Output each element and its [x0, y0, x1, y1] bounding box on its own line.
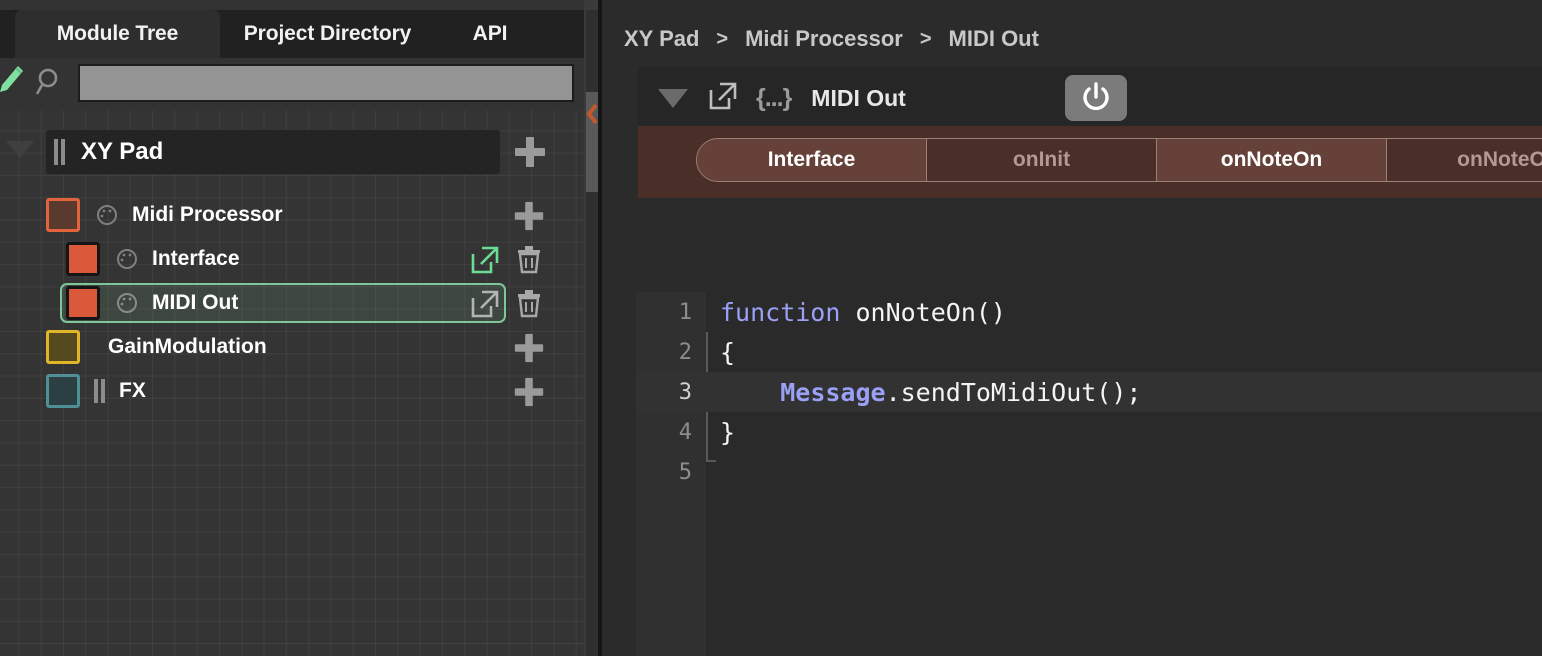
search-icon[interactable]	[34, 66, 66, 98]
tab-module-tree[interactable]: Module Tree	[15, 10, 220, 58]
tree-row-label: GainModulation	[108, 335, 267, 358]
delete-button-interface[interactable]	[514, 243, 544, 280]
breadcrumb: XY Pad > Midi Processor > MIDI Out	[624, 22, 1039, 56]
script-tabbar: Interface onInit onNoteOn onNoteO	[638, 126, 1542, 198]
tab-onnoteon[interactable]: onNoteOn	[1157, 139, 1387, 181]
tab-project-directory[interactable]: Project Directory	[220, 10, 435, 58]
tab-oninit-label: onInit	[1012, 148, 1071, 171]
module-card: {...} MIDI Out Interface onInit onNoteOn…	[638, 66, 1542, 198]
tree-row-label: FX	[119, 379, 146, 402]
breadcrumb-separator: >	[716, 27, 729, 50]
drag-handle-icon[interactable]	[54, 139, 65, 165]
module-color-swatch[interactable]	[46, 198, 80, 232]
module-color-swatch[interactable]	[46, 374, 80, 408]
app-root: Module Tree Project Directory API XY Pad…	[0, 0, 1542, 656]
code-line[interactable]: 2 {	[636, 332, 1542, 372]
knob-icon	[116, 248, 138, 270]
module-color-swatch[interactable]	[46, 330, 80, 364]
line-number: 4	[678, 419, 692, 445]
code-line-current[interactable]: 3 Message .sendToMidiOut();	[636, 372, 1542, 412]
tab-api[interactable]: API	[435, 10, 545, 58]
tab-onnoteoff[interactable]: onNoteO	[1387, 139, 1542, 181]
code-line[interactable]: 5	[636, 452, 1542, 492]
tree-root-label: XY Pad	[81, 138, 164, 165]
code-editor[interactable]: 1 function onNoteOn() 2 { 3 Message .send…	[636, 292, 1542, 656]
tab-oninit[interactable]: onInit	[927, 139, 1157, 181]
search-input[interactable]	[78, 64, 574, 102]
add-module-button-fx[interactable]	[512, 375, 546, 414]
line-text: {	[720, 337, 736, 367]
tree-row-label: Interface	[152, 247, 240, 270]
tree-root-row-xy-pad[interactable]: XY Pad	[46, 130, 500, 174]
tab-interface[interactable]: Interface	[697, 139, 927, 181]
line-number: 5	[678, 459, 692, 485]
tab-api-label: API	[472, 22, 508, 45]
chevron-left-icon[interactable]	[586, 103, 598, 130]
delete-button-midi-out[interactable]	[514, 287, 544, 324]
power-button[interactable]	[1065, 75, 1127, 121]
code-line[interactable]: 4 }	[636, 412, 1542, 452]
line-text: Message .sendToMidiOut();	[780, 377, 1142, 407]
breadcrumb-item-midi-out[interactable]: MIDI Out	[949, 26, 1039, 52]
module-title: MIDI Out	[811, 84, 906, 111]
breadcrumb-item-midi-processor[interactable]: Midi Processor	[745, 26, 903, 52]
add-module-button-gainmodulation[interactable]	[512, 331, 546, 370]
add-module-button-midi-processor[interactable]	[512, 199, 546, 238]
line-text: function onNoteOn()	[720, 297, 1006, 327]
external-link-icon-interface[interactable]	[470, 245, 500, 280]
left-panel: Module Tree Project Directory API XY Pad…	[0, 0, 600, 656]
breadcrumb-item-xy-pad[interactable]: XY Pad	[624, 26, 699, 52]
root-expander-triangle-icon[interactable]	[6, 141, 34, 158]
drag-handle-icon[interactable]	[94, 379, 105, 403]
braces-icon[interactable]: {...}	[756, 84, 792, 113]
pencil-icon[interactable]	[0, 64, 24, 94]
tab-interface-label: Interface	[767, 148, 856, 171]
tree-row-gainmodulation[interactable]: GainModulation	[46, 327, 486, 367]
tree-row-midi-processor[interactable]: Midi Processor	[46, 195, 486, 235]
tab-onnoteon-label: onNoteOn	[1220, 148, 1323, 171]
module-color-swatch[interactable]	[66, 242, 100, 276]
script-tabs: Interface onInit onNoteOn onNoteO	[696, 138, 1542, 182]
tree-row-label: Midi Processor	[132, 203, 283, 226]
tree-row-fx[interactable]: FX	[46, 371, 486, 411]
tab-project-directory-label: Project Directory	[243, 22, 412, 45]
code-line[interactable]: 1 function onNoteOn()	[636, 292, 1542, 332]
knob-icon	[96, 204, 118, 226]
triangle-down-icon[interactable]	[658, 88, 688, 108]
left-panel-tabbar: Module Tree Project Directory API	[0, 10, 584, 58]
line-text: }	[720, 417, 736, 447]
knob-icon	[116, 292, 138, 314]
tree-row-midi-out[interactable]: MIDI Out	[60, 283, 506, 323]
right-panel: XY Pad > Midi Processor > MIDI Out {...}…	[602, 0, 1542, 656]
tab-onnoteoff-label: onNoteO	[1457, 148, 1542, 171]
tree-row-label: MIDI Out	[152, 291, 239, 314]
tree-row-interface[interactable]: Interface	[66, 239, 506, 279]
tab-module-tree-label: Module Tree	[56, 22, 179, 45]
line-number: 3	[678, 379, 692, 405]
module-color-swatch[interactable]	[66, 286, 100, 320]
breadcrumb-separator: >	[919, 27, 932, 50]
line-number: 1	[678, 299, 692, 325]
external-link-icon[interactable]	[708, 81, 738, 116]
line-number: 2	[678, 339, 692, 365]
module-header: {...} MIDI Out	[638, 66, 1542, 130]
external-link-icon-midi-out[interactable]	[470, 289, 500, 324]
add-module-button-root[interactable]	[512, 134, 548, 175]
